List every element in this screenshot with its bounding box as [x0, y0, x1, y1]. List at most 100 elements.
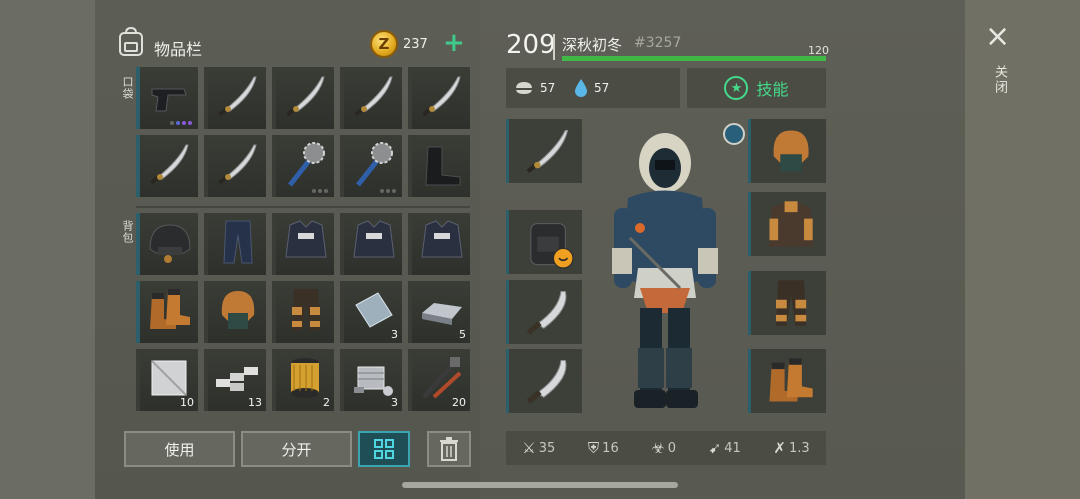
- backpack-slot[interactable]: [204, 213, 266, 275]
- player-name: 深秋初冬: [562, 36, 623, 54]
- weapon-slot[interactable]: [506, 349, 582, 413]
- attack-stat: ⚔ 35: [522, 439, 555, 457]
- combat-stats: ⚔ 35 ⛨ 16 ☣ 0 ➹ 41 ✗ 1.3: [506, 431, 826, 465]
- quality-dots: [312, 189, 328, 193]
- backpack-slot[interactable]: [272, 281, 334, 343]
- item-count: 5: [459, 328, 466, 341]
- backpack-slot[interactable]: 10: [136, 349, 198, 411]
- backpack-slot[interactable]: [408, 213, 470, 275]
- split-button[interactable]: 分开: [241, 431, 352, 467]
- water-icon: [574, 78, 588, 102]
- skills-label: 技能: [756, 80, 789, 99]
- crit-icon: ✗: [773, 439, 786, 457]
- crit-stat: ✗ 1.3: [773, 439, 809, 457]
- pocket-slot[interactable]: [408, 135, 470, 197]
- backpack-slot[interactable]: 5: [408, 281, 470, 343]
- biohazard-icon: ☣: [651, 439, 665, 457]
- weapon-slot[interactable]: [506, 210, 582, 274]
- katana-icon: [218, 144, 257, 185]
- trash-icon: [440, 437, 458, 461]
- helmet-icon: [149, 224, 191, 263]
- survival-stats: 57 57: [506, 68, 680, 108]
- defense-stat: ⛨ 16: [588, 439, 619, 457]
- pocket-slot[interactable]: [340, 135, 402, 197]
- delete-button[interactable]: [427, 431, 471, 467]
- item-count: 2: [323, 396, 330, 409]
- pocket-slot[interactable]: [204, 135, 266, 197]
- backpack-slot[interactable]: 2: [272, 349, 334, 411]
- backpack-slot[interactable]: 13: [204, 349, 266, 411]
- coin-count: 237: [403, 37, 428, 52]
- quality-dots: [380, 189, 396, 193]
- grid-icon: [374, 439, 394, 459]
- backpack-slot[interactable]: 3: [340, 349, 402, 411]
- backpack-icon: [530, 223, 574, 269]
- backpack-slot[interactable]: 3: [340, 281, 402, 343]
- quality-dots: [170, 121, 192, 125]
- backpack-slot[interactable]: 20: [408, 349, 470, 411]
- backpack-slot[interactable]: [340, 213, 402, 275]
- home-indicator[interactable]: [402, 482, 678, 488]
- vest-icon: [421, 220, 463, 258]
- pocket-slot[interactable]: [272, 135, 334, 197]
- close-label: 关闭: [992, 65, 1007, 95]
- grid-view-button[interactable]: [358, 431, 410, 467]
- fur-hat-icon: [773, 130, 809, 172]
- armor-slot[interactable]: [748, 119, 826, 183]
- weapon-slot[interactable]: [506, 280, 582, 344]
- backpack-slot[interactable]: [136, 281, 198, 343]
- armor-slot[interactable]: [748, 192, 826, 256]
- skills-button[interactable]: ★ 技能: [687, 68, 826, 108]
- weapon-slot[interactable]: [506, 119, 582, 183]
- toxicity-stat: ☣ 0: [651, 439, 676, 457]
- katana-icon: [218, 76, 257, 117]
- backpack-slot[interactable]: [204, 281, 266, 343]
- spiked-mace-icon: [288, 142, 325, 187]
- use-button[interactable]: 使用: [124, 431, 235, 467]
- pistol-icon: [151, 88, 187, 112]
- fur-jacket-icon: [769, 201, 813, 247]
- pocket-slot[interactable]: [340, 67, 402, 129]
- katana-icon: [422, 76, 461, 117]
- pocket-slot[interactable]: [408, 67, 470, 129]
- pocket-slot[interactable]: [204, 67, 266, 129]
- item-count: 13: [248, 396, 262, 409]
- pocket-label: 口袋: [121, 76, 134, 100]
- machete-icon: [526, 290, 567, 335]
- crit-value: 1.3: [788, 440, 810, 456]
- spiked-mace-icon: [356, 142, 393, 187]
- backpack-icon: [119, 27, 143, 56]
- section-divider: [136, 206, 470, 208]
- machete-icon: [526, 359, 567, 404]
- item-count: 3: [391, 328, 398, 341]
- fur-hat-icon: [221, 291, 255, 329]
- backpack-slot[interactable]: [136, 213, 198, 275]
- pocket-slot[interactable]: [136, 135, 198, 197]
- vest-icon: [285, 220, 327, 258]
- katana-icon: [526, 129, 569, 174]
- armor-slot[interactable]: [748, 349, 826, 413]
- fur-boots-icon: [150, 289, 190, 329]
- leather-pants-icon: [292, 289, 320, 331]
- item-count: 3: [391, 396, 398, 409]
- add-coins-button[interactable]: +: [443, 30, 465, 56]
- attack-value: 35: [538, 440, 556, 456]
- pocket-slot[interactable]: [136, 67, 198, 129]
- backpack-label: 背包: [121, 220, 134, 244]
- vest-icon: [353, 220, 395, 258]
- shield-icon: ⛨: [587, 439, 600, 457]
- player-level: 209: [506, 30, 556, 60]
- pocket-slot[interactable]: [272, 67, 334, 129]
- armor-slot[interactable]: [748, 271, 826, 335]
- item-count: 10: [180, 396, 194, 409]
- pants-icon: [223, 220, 253, 264]
- speed-stat: ➹ 41: [709, 439, 741, 457]
- defense-value: 16: [602, 440, 619, 456]
- close-panel: [965, 0, 1080, 499]
- food-value: 57: [540, 81, 556, 95]
- star-icon: ★: [724, 76, 749, 100]
- backpack-slot[interactable]: [272, 213, 334, 275]
- water-value: 57: [594, 81, 610, 95]
- katana-icon: [354, 76, 393, 117]
- close-button[interactable]: ×: [985, 22, 1010, 52]
